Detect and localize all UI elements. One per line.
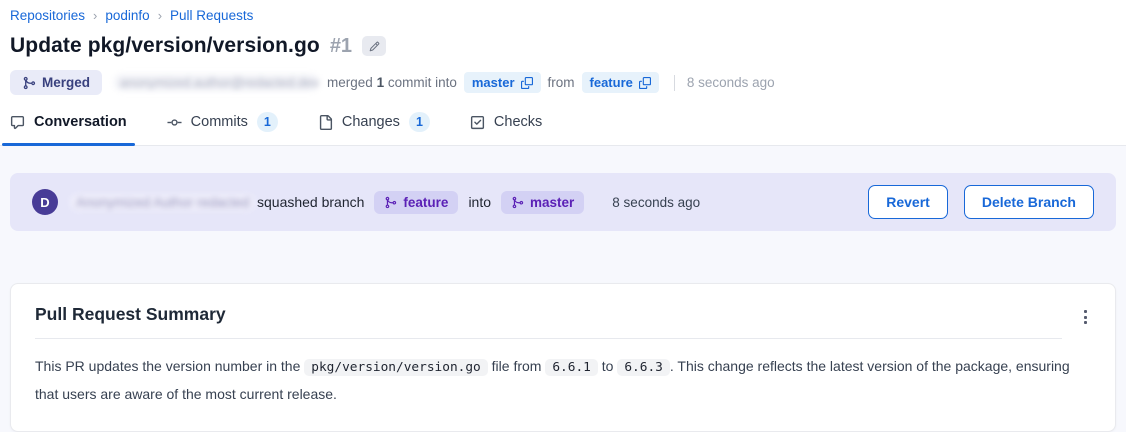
revert-button[interactable]: Revert xyxy=(868,185,948,219)
merge-status-text: merged 1 commit into xyxy=(327,75,457,90)
kebab-dot xyxy=(1084,321,1087,324)
checklist-icon xyxy=(470,115,485,130)
page-title: Update pkg/version/version.go xyxy=(10,34,320,58)
kebab-dot xyxy=(1084,310,1087,313)
commit-icon xyxy=(167,115,182,130)
banner-actions: Revert Delete Branch xyxy=(868,185,1094,219)
merge-status-row: Merged anonymized.author@redacted.dev me… xyxy=(10,70,1116,95)
card-title: Pull Request Summary xyxy=(35,304,226,324)
commits-count-badge: 1 xyxy=(257,112,278,132)
card-header: Pull Request Summary xyxy=(35,304,1091,339)
breadcrumb-separator: › xyxy=(93,8,97,23)
divider xyxy=(674,75,675,91)
code-span-filepath: pkg/version/version.go xyxy=(304,359,488,376)
kebab-dot xyxy=(1084,316,1087,319)
git-merge-icon xyxy=(511,196,524,209)
file-icon xyxy=(318,115,333,130)
summary-segment: file from xyxy=(488,358,546,374)
copy-icon[interactable] xyxy=(521,77,533,89)
code-span-new-version: 6.6.3 xyxy=(617,359,670,376)
source-branch-chip[interactable]: feature xyxy=(582,72,659,93)
kebab-menu-button[interactable] xyxy=(1080,306,1091,328)
comment-icon xyxy=(10,115,25,130)
tab-checks[interactable]: Checks xyxy=(470,112,542,145)
banner-source-branch-chip[interactable]: feature xyxy=(374,191,458,214)
tab-commits[interactable]: Commits 1 xyxy=(167,112,278,145)
banner-into-label: into xyxy=(468,194,491,210)
edit-title-button[interactable] xyxy=(362,36,386,56)
banner-target-branch-label: master xyxy=(530,195,574,210)
tab-label: Conversation xyxy=(34,114,127,130)
breadcrumb-separator: › xyxy=(158,8,162,23)
banner-target-branch-chip[interactable]: master xyxy=(501,191,584,214)
tab-conversation[interactable]: Conversation xyxy=(10,112,127,145)
git-merge-icon xyxy=(22,76,36,90)
pr-body: D Anonymized Author redacted squashed br… xyxy=(0,146,1126,432)
status-badge-label: Merged xyxy=(42,75,90,90)
summary-segment: This PR updates the version number in th… xyxy=(35,358,304,374)
tab-changes[interactable]: Changes 1 xyxy=(318,112,430,145)
target-branch-label: master xyxy=(472,75,515,90)
status-badge: Merged xyxy=(10,70,102,95)
tab-label: Changes xyxy=(342,114,400,130)
pull-request-summary-card: Pull Request Summary This PR updates the… xyxy=(10,283,1116,432)
summary-segment: to xyxy=(598,358,617,374)
banner-action-text: squashed branch xyxy=(257,194,364,210)
author-name-redacted: anonymized.author@redacted.dev xyxy=(114,74,319,91)
breadcrumb-repositories[interactable]: Repositories xyxy=(10,8,85,23)
commit-count: 1 xyxy=(377,75,385,90)
title-row: Update pkg/version/version.go #1 xyxy=(10,34,1116,58)
merge-time: 8 seconds ago xyxy=(687,75,775,90)
source-branch-label: feature xyxy=(590,75,633,90)
pr-number: #1 xyxy=(330,35,352,58)
copy-icon[interactable] xyxy=(639,77,651,89)
pull-request-page: Repositories › podinfo › Pull Requests U… xyxy=(0,0,1126,432)
breadcrumb-pull-requests[interactable]: Pull Requests xyxy=(170,8,253,23)
delete-branch-button[interactable]: Delete Branch xyxy=(964,185,1094,219)
pencil-icon xyxy=(369,41,380,52)
from-label: from xyxy=(548,75,575,90)
changes-count-badge: 1 xyxy=(409,112,430,132)
tab-label: Checks xyxy=(494,114,542,130)
git-merge-icon xyxy=(384,196,397,209)
summary-text: This PR updates the version number in th… xyxy=(35,353,1091,407)
code-span-old-version: 6.6.1 xyxy=(545,359,598,376)
target-branch-chip[interactable]: master xyxy=(464,72,541,93)
breadcrumb: Repositories › podinfo › Pull Requests xyxy=(10,8,1116,23)
breadcrumb-podinfo[interactable]: podinfo xyxy=(105,8,149,23)
avatar: D xyxy=(32,189,58,215)
tab-label: Commits xyxy=(191,114,248,130)
banner-author-redacted: Anonymized Author redacted xyxy=(70,194,255,211)
merged-event-banner: D Anonymized Author redacted squashed br… xyxy=(10,173,1116,231)
banner-source-branch-label: feature xyxy=(403,195,448,210)
banner-time: 8 seconds ago xyxy=(612,195,700,210)
pr-tabbar: Conversation Commits 1 Changes 1 Checks xyxy=(0,112,1126,146)
page-header: Repositories › podinfo › Pull Requests U… xyxy=(0,0,1126,95)
card-title-wrap: Pull Request Summary xyxy=(35,304,1062,339)
